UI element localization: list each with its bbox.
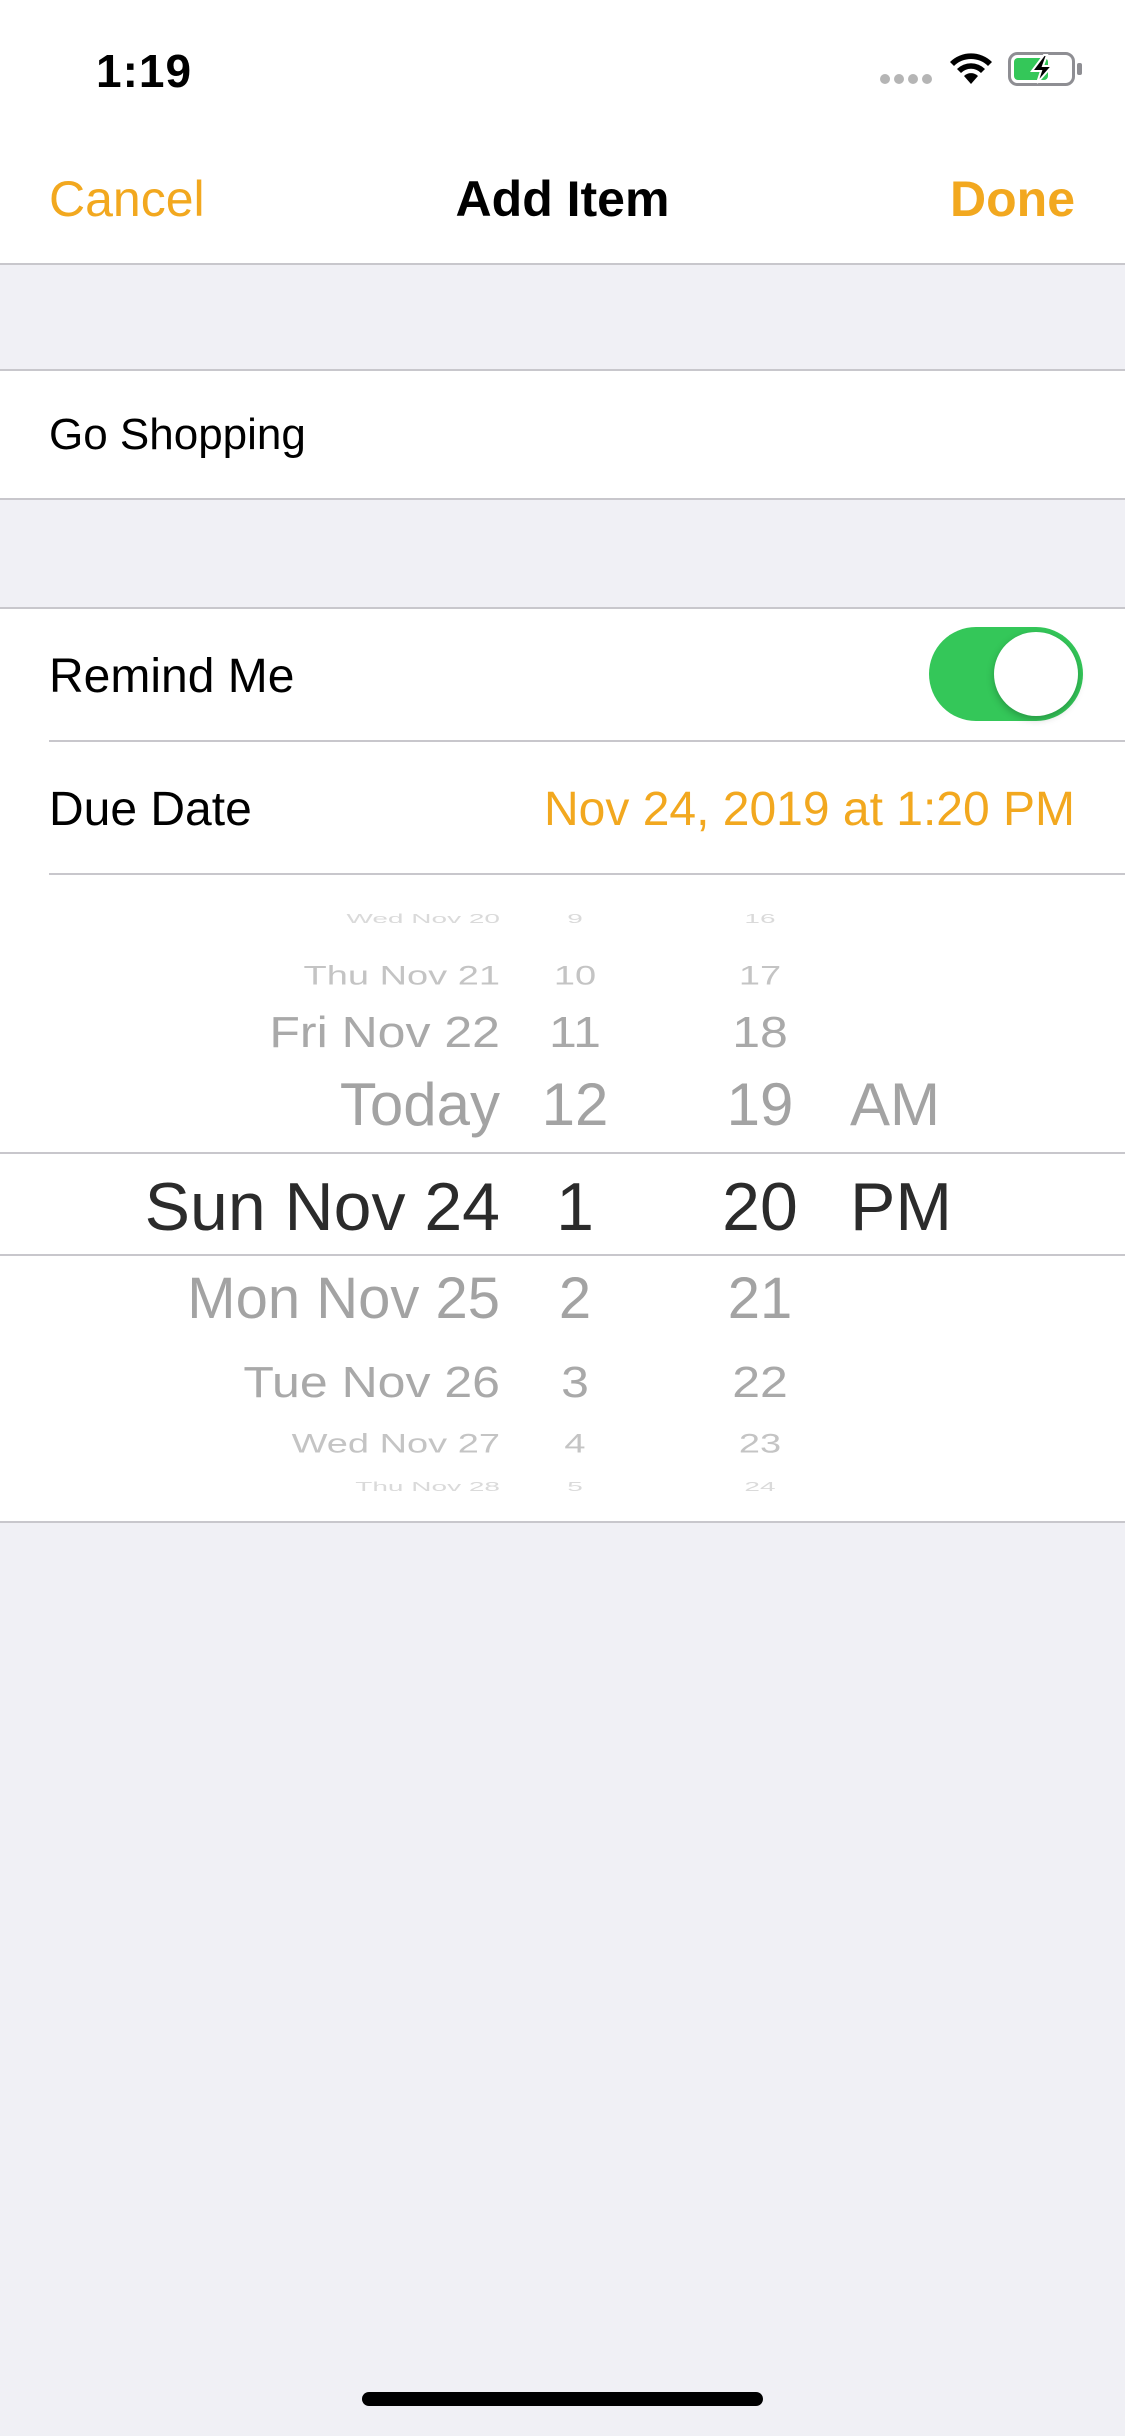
picker-hour-item[interactable]: 2 [520, 1270, 630, 1328]
picker-minute-item[interactable]: 24 [690, 1480, 830, 1494]
remind-me-toggle[interactable] [929, 627, 1083, 721]
picker-hour-item[interactable]: 11 [520, 1010, 630, 1054]
picker-hour-column[interactable]: 9 10 11 12 1 2 3 4 5 [520, 875, 630, 1521]
picker-hour-item[interactable]: 4 [520, 1431, 630, 1458]
done-button[interactable]: Done [950, 170, 1075, 228]
picker-date-column[interactable]: Wed Nov 20 Thu Nov 21 Fri Nov 22 Today S… [0, 875, 500, 1521]
cellular-signal-icon [880, 74, 934, 84]
item-title-input[interactable] [49, 371, 1079, 498]
picker-minute-item[interactable]: 21 [690, 1270, 830, 1328]
toggle-knob [994, 632, 1078, 716]
picker-date-item[interactable]: Today [0, 1075, 500, 1135]
remind-me-row: Remind Me [0, 609, 1125, 740]
picker-date-item[interactable]: Wed Nov 27 [0, 1431, 500, 1458]
status-bar: 1:19 [0, 0, 1125, 132]
picker-date-item[interactable]: Fri Nov 22 [0, 1010, 500, 1054]
cancel-button[interactable]: Cancel [49, 170, 205, 228]
picker-hour-item[interactable]: 5 [520, 1480, 630, 1494]
due-date-label: Due Date [49, 783, 252, 836]
status-time: 1:19 [96, 45, 193, 97]
battery-charging-icon [1008, 52, 1082, 86]
picker-date-item[interactable]: Thu Nov 21 [0, 963, 500, 990]
picker-minute-item[interactable]: 16 [690, 912, 830, 926]
home-indicator[interactable] [362, 2392, 763, 2406]
picker-ampm-column[interactable]: AM PM [850, 875, 1000, 1521]
navigation-bar: Cancel Add Item Done [0, 132, 1125, 265]
wifi-icon [950, 53, 992, 84]
picker-hour-item[interactable]: 9 [520, 912, 630, 926]
picker-minute-item[interactable]: 17 [690, 963, 830, 990]
picker-minute-item[interactable]: 19 [690, 1075, 830, 1135]
picker-date-item[interactable]: Mon Nov 25 [0, 1270, 500, 1328]
reminder-section: Remind Me Due Date Nov 24, 2019 at 1:20 … [0, 607, 1125, 1523]
remind-me-label: Remind Me [49, 650, 295, 703]
item-title-section [0, 369, 1125, 500]
picker-minute-selected[interactable]: 20 [690, 1173, 830, 1241]
picker-hour-item[interactable]: 12 [520, 1075, 630, 1135]
picker-minute-item[interactable]: 18 [690, 1010, 830, 1054]
picker-hour-item[interactable]: 3 [520, 1360, 630, 1404]
picker-date-item[interactable]: Thu Nov 28 [0, 1480, 500, 1494]
picker-date-item[interactable]: Tue Nov 26 [0, 1360, 500, 1404]
picker-date-item[interactable]: Wed Nov 20 [0, 912, 500, 926]
picker-ampm-selected[interactable]: PM [850, 1173, 1000, 1241]
due-date-value: Nov 24, 2019 at 1:20 PM [544, 783, 1075, 836]
picker-ampm-item[interactable]: AM [850, 1075, 1000, 1135]
picker-minute-item[interactable]: 23 [690, 1431, 830, 1458]
picker-minute-column[interactable]: 16 17 18 19 20 21 22 23 24 [690, 875, 830, 1521]
picker-date-selected[interactable]: Sun Nov 24 [0, 1173, 500, 1241]
due-date-row[interactable]: Due Date Nov 24, 2019 at 1:20 PM [0, 742, 1125, 873]
date-time-picker[interactable]: Wed Nov 20 Thu Nov 21 Fri Nov 22 Today S… [0, 875, 1125, 1521]
picker-minute-item[interactable]: 22 [690, 1360, 830, 1404]
picker-hour-selected[interactable]: 1 [520, 1173, 630, 1241]
picker-hour-item[interactable]: 10 [520, 963, 630, 990]
